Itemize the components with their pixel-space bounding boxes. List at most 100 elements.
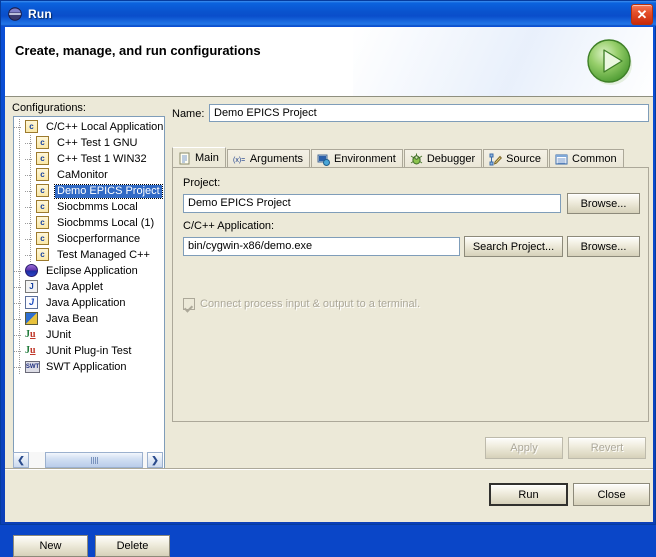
eclipse-icon [25,263,41,279]
tree-connector [25,247,36,263]
title-bar: Run ✕ [1,1,656,26]
run-configurations-dialog: Run ✕ Create, manage, and run configurat… [0,0,656,525]
tree-connector [25,183,36,199]
revert-button: Revert [568,437,646,459]
tab-label: Debugger [427,153,475,165]
junit-plugin-icon: Ju [25,343,41,359]
java-bean-icon [25,311,41,327]
tree-item-label: Siocperformance [55,233,142,246]
tree-item[interactable]: cC++ Test 1 WIN32 [14,151,164,167]
tree-item-label: SWT Application [44,361,129,374]
tree-item-label: Java Bean [44,313,100,326]
tree-item[interactable]: JJava Applet [14,279,164,295]
tab-common[interactable]: Common [549,149,624,168]
terminal-checkbox-label: Connect process input & output to a term… [200,298,420,310]
close-button[interactable]: Close [573,483,650,506]
search-project-button[interactable]: Search Project... [464,236,563,257]
c-config-icon: c [36,151,52,167]
environment-icon [317,153,330,166]
new-button[interactable]: New [13,535,88,557]
tree-item[interactable]: cCaMonitor [14,167,164,183]
tab-label: Main [195,152,219,164]
tree-item[interactable]: cC/C++ Local Application [14,119,164,135]
tree-guide [14,199,25,215]
configurations-label: Configurations: [12,102,86,114]
project-browse-button[interactable]: Browse... [567,193,640,214]
page-title: Create, manage, and run configurations [15,43,261,58]
application-browse-button[interactable]: Browse... [567,236,640,257]
tree-item[interactable]: cC++ Test 1 GNU [14,135,164,151]
tree-horizontal-scrollbar[interactable]: ❮ ❯ [13,452,163,468]
c-config-icon: c [36,183,52,199]
tree-connector [14,359,25,375]
scroll-left-icon[interactable]: ❮ [13,452,29,468]
tab-source[interactable]: Source [483,149,548,168]
tree-item-label: Siocbmms Local (1) [55,217,156,230]
name-label: Name: [172,108,204,120]
tree-connector [14,263,25,279]
tree-item[interactable]: JuJUnit [14,327,164,343]
dialog-footer: Run Close [5,468,653,522]
tree-item[interactable]: JuJUnit Plug-in Test [14,343,164,359]
tree-guide [14,135,25,151]
tree-item[interactable]: SWTSWT Application [14,359,164,375]
tree-item-label: Demo EPICS Project [55,185,162,198]
c-config-icon: c [36,199,52,215]
junit-icon: Ju [25,327,41,343]
application-input[interactable]: bin/cygwin-x86/demo.exe [183,237,460,256]
tree-item-label: Java Applet [44,281,105,294]
tree-connector [25,167,36,183]
tree-item[interactable]: Eclipse Application [14,263,164,279]
scrollbar-track[interactable] [29,452,147,468]
project-label: Project: [183,177,220,189]
tab-label: Environment [334,153,396,165]
application-label: C/C++ Application: [183,220,274,232]
tree-connector [25,135,36,151]
variable-icon: (x)= [233,153,246,166]
tab-bar: Main (x)=Arguments Environment Debugger Sour… [172,147,625,168]
tree-item-label: C++ Test 1 GNU [55,137,140,150]
tree-guide [14,183,25,199]
scroll-right-icon[interactable]: ❯ [147,452,163,468]
tab-arguments[interactable]: (x)=Arguments [227,149,310,168]
swt-icon: SWT [25,359,41,375]
name-input[interactable]: Demo EPICS Project [209,104,649,122]
tree-item-label: C++ Test 1 WIN32 [55,153,149,166]
tree-connector [14,343,25,359]
terminal-checkbox [183,298,195,310]
svg-text:(x)=: (x)= [233,157,245,164]
tree-item[interactable]: JJava Application [14,295,164,311]
tab-environment[interactable]: Environment [311,149,403,168]
bug-icon [410,153,423,166]
document-icon [178,152,191,165]
run-play-icon [581,33,637,89]
tree-item[interactable]: cDemo EPICS Project [14,183,164,199]
tab-debugger[interactable]: Debugger [404,149,482,168]
close-icon[interactable]: ✕ [631,4,653,25]
delete-button[interactable]: Delete [95,535,170,557]
tree-item[interactable]: Java Bean [14,311,164,327]
project-input[interactable]: Demo EPICS Project [183,194,561,213]
tree-connector [14,311,25,327]
tree-connector [25,199,36,215]
tree-item-label: Java Application [44,297,128,310]
scrollbar-thumb[interactable] [45,452,143,468]
c-config-icon: c [36,215,52,231]
tree-item[interactable]: cSiocbmms Local [14,199,164,215]
run-button[interactable]: Run [489,483,568,506]
window-title: Run [28,7,52,21]
tree-item[interactable]: cTest Managed C++ [14,247,164,263]
tab-main[interactable]: Main [172,147,226,168]
tree-connector [14,295,25,311]
tree-item-label: CaMonitor [55,169,110,182]
source-pencil-icon [489,153,502,166]
tree-guide [14,167,25,183]
scrollbar-grip-icon [91,457,98,464]
tree-item[interactable]: cSiocperformance [14,231,164,247]
tree-guide [14,247,25,263]
tree-item-label: Eclipse Application [44,265,140,278]
common-list-icon [555,153,568,166]
java-applet-icon: J [25,279,41,295]
tree-connector [14,119,25,135]
tree-item[interactable]: cSiocbmms Local (1) [14,215,164,231]
